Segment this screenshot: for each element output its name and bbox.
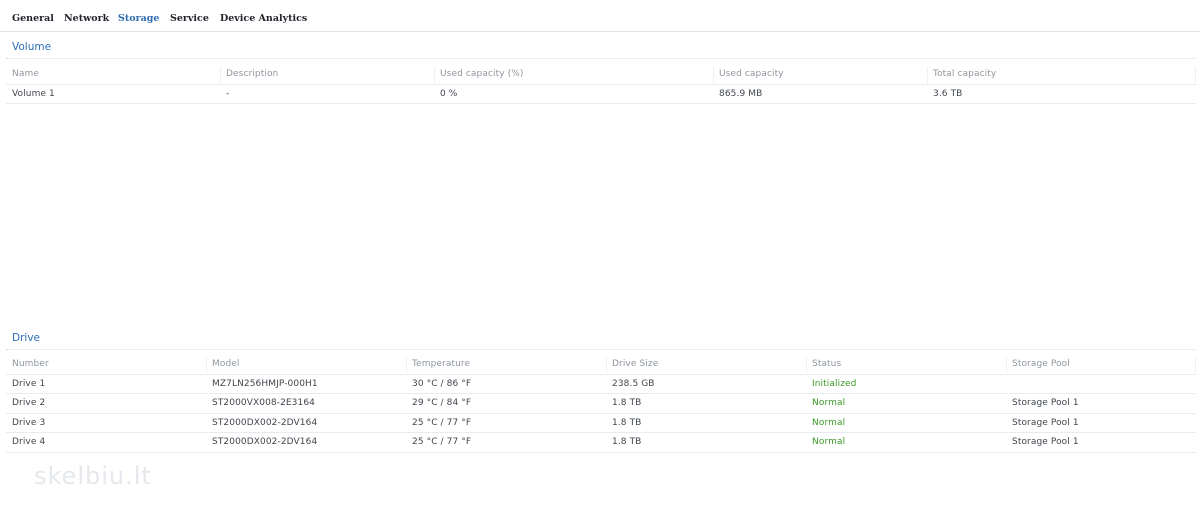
drive-model: MZ7LN256HMJP-000H1 [212, 378, 318, 389]
drive-status: Initialized [812, 378, 857, 389]
tab-device-analytics[interactable]: Device Analytics [220, 13, 307, 24]
drive-section-title: Drive [12, 332, 40, 344]
drive-col-storage-pool[interactable]: Storage Pool [1012, 359, 1070, 369]
column-divider[interactable] [406, 357, 407, 373]
drive-status: Normal [812, 417, 846, 428]
drive-size: 1.8 TB [612, 417, 642, 428]
tab-storage[interactable]: Storage [118, 13, 159, 24]
drive-col-size[interactable]: Drive Size [612, 359, 658, 369]
volume-col-description[interactable]: Description [226, 69, 278, 79]
storage-info-page: General Network Storage Service Device A… [0, 0, 1200, 524]
column-divider[interactable] [434, 67, 435, 83]
drive-storage-pool: Storage Pool 1 [1012, 417, 1079, 428]
volume-col-name[interactable]: Name [12, 69, 39, 79]
drive-status: Normal [812, 437, 846, 447]
volume-description: - [226, 88, 230, 99]
drive-col-model[interactable]: Model [212, 359, 240, 369]
column-divider[interactable] [806, 357, 807, 373]
volume-col-used-capacity[interactable]: Used capacity [719, 69, 784, 79]
drive-model: ST2000VX008-2E3164 [212, 398, 315, 408]
table-row[interactable]: Drive 1 MZ7LN256HMJP-000H1 30 °C / 86 °F… [6, 375, 1196, 394]
column-divider[interactable] [713, 67, 714, 83]
drive-temperature: 29 °C / 84 °F [412, 398, 472, 408]
volume-table-header: Name Description Used capacity (%) Used … [6, 65, 1196, 85]
table-row[interactable]: Drive 4 ST2000DX002-2DV164 25 °C / 77 °F… [6, 433, 1196, 453]
drive-model: ST2000DX002-2DV164 [212, 417, 318, 428]
volume-total-capacity: 3.6 TB [933, 88, 963, 99]
drive-col-temperature[interactable]: Temperature [412, 359, 470, 369]
drive-temperature: 25 °C / 77 °F [412, 417, 472, 428]
drive-number: Drive 2 [12, 398, 46, 408]
volume-used-percent: 0 % [440, 88, 458, 99]
column-divider[interactable] [606, 357, 607, 373]
column-divider[interactable] [927, 67, 928, 83]
tab-service[interactable]: Service [170, 13, 209, 24]
drive-model: ST2000DX002-2DV164 [212, 437, 318, 447]
drive-status: Normal [812, 398, 846, 408]
drive-col-status[interactable]: Status [812, 359, 841, 369]
drive-storage-pool: Storage Pool 1 [1012, 398, 1079, 408]
drive-storage-pool: Storage Pool 1 [1012, 437, 1079, 447]
drive-temperature: 30 °C / 86 °F [412, 378, 472, 389]
table-row[interactable]: Drive 3 ST2000DX002-2DV164 25 °C / 77 °F… [6, 414, 1196, 433]
volume-table: Name Description Used capacity (%) Used … [6, 65, 1196, 104]
tab-general[interactable]: General [12, 13, 54, 24]
volume-col-total-capacity[interactable]: Total capacity [933, 69, 996, 79]
volume-used-capacity: 865.9 MB [719, 88, 763, 99]
column-divider[interactable] [1195, 67, 1196, 83]
volume-name: Volume 1 [12, 88, 55, 99]
column-divider[interactable] [206, 357, 207, 373]
drive-size: 1.8 TB [612, 437, 642, 447]
drive-table-header: Number Model Temperature Drive Size Stat… [6, 355, 1196, 375]
volume-col-used-percent[interactable]: Used capacity (%) [440, 69, 524, 79]
column-divider[interactable] [1006, 357, 1007, 373]
drive-number: Drive 4 [12, 437, 46, 447]
table-row[interactable]: Drive 2 ST2000VX008-2E3164 29 °C / 84 °F… [6, 394, 1196, 414]
drive-table: Number Model Temperature Drive Size Stat… [6, 355, 1196, 453]
watermark: skelbiu.lt [34, 462, 152, 490]
drive-number: Drive 1 [12, 378, 46, 389]
drive-temperature: 25 °C / 77 °F [412, 437, 472, 447]
column-divider[interactable] [220, 67, 221, 83]
drive-col-number[interactable]: Number [12, 359, 49, 369]
tab-network[interactable]: Network [64, 13, 109, 24]
drive-number: Drive 3 [12, 417, 46, 428]
drive-size: 238.5 GB [612, 378, 655, 389]
volume-section-divider [6, 58, 1196, 59]
drive-section-divider [6, 349, 1196, 350]
volume-section-title: Volume [12, 41, 52, 53]
column-divider[interactable] [1195, 357, 1196, 373]
drive-size: 1.8 TB [612, 398, 642, 408]
tab-bar: General Network Storage Service Device A… [0, 0, 1200, 32]
table-row[interactable]: Volume 1 - 0 % 865.9 MB 3.6 TB [6, 85, 1196, 104]
